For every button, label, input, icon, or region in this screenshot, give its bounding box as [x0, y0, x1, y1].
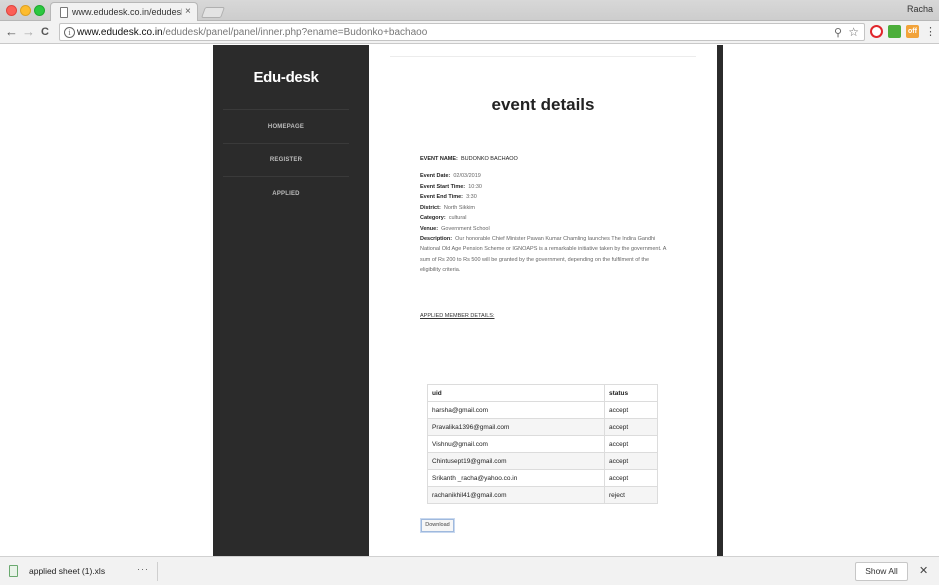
spreadsheet-file-icon[interactable] [9, 565, 18, 577]
cell-uid: harsha@gmail.com [427, 401, 605, 419]
back-arrow-icon[interactable]: ← [5, 25, 18, 39]
right-border-bar [717, 45, 723, 556]
url-path: /edudesk/panel/panel/inner.php?ename=Bud… [162, 27, 428, 38]
applied-members-table: uid status harsha@gmail.com accept Prava… [427, 384, 658, 504]
table-row: Srikanth _racha@yahoo.co.in accept [427, 469, 658, 487]
address-bar[interactable]: i www.edudesk.co.in/edudesk/panel/panel/… [59, 23, 865, 41]
cell-status: accept [604, 469, 658, 487]
shelf-divider [157, 562, 158, 581]
nav-divider [223, 176, 349, 177]
cell-status: reject [604, 486, 658, 504]
download-shelf: applied sheet (1).xls ··· Show All ✕ [0, 556, 939, 585]
url-text[interactable]: www.edudesk.co.in/edudesk/panel/panel/in… [77, 27, 427, 38]
sidebar: Edu-desk HOMEPAGE REGISTER APPLIED [213, 45, 369, 556]
cell-uid: Vishnu@gmail.com [427, 435, 605, 453]
nav-item-register[interactable]: REGISTER [213, 157, 359, 163]
browser-toolbar: ← → C i www.edudesk.co.in/edudesk/panel/… [0, 21, 939, 44]
applied-members-heading: APPLIED MEMBER DETAILS: [420, 313, 495, 319]
description-text: Our honorable Chief Minister Pawan Kumar… [420, 236, 667, 274]
site-brand[interactable]: Edu-desk [213, 69, 359, 86]
event-name: EVENT NAME: BUDONKO BACHAOO [420, 156, 518, 162]
downloaded-file-name[interactable]: applied sheet (1).xls [29, 566, 105, 576]
cell-uid: Pravalika1396@gmail.com [427, 418, 605, 436]
close-window-button[interactable] [6, 5, 17, 16]
column-header-status: status [604, 384, 658, 402]
detail-district: District: North Sikkim [420, 204, 476, 211]
maximize-window-button[interactable] [34, 5, 45, 16]
table-row: rachanikhil41@gmail.com reject [427, 486, 658, 504]
cell-uid: Chintusept19@gmail.com [427, 452, 605, 470]
profile-name[interactable]: Racha [907, 4, 933, 14]
menu-icon[interactable]: ⋮ [925, 25, 936, 38]
page-icon [60, 7, 68, 18]
nav-item-applied[interactable]: APPLIED [213, 191, 359, 197]
nav-divider [223, 109, 349, 110]
cell-uid: rachanikhil41@gmail.com [427, 486, 605, 504]
star-icon[interactable]: ☆ [848, 25, 859, 39]
description-label: Description: [420, 236, 453, 242]
shopping-extension-icon[interactable]: off [906, 25, 919, 38]
nav-divider [223, 143, 349, 144]
table-row: harsha@gmail.com accept [427, 401, 658, 419]
header-rule [390, 56, 696, 57]
info-icon[interactable]: i [64, 27, 75, 38]
reload-icon[interactable]: C [41, 25, 49, 39]
cell-status: accept [604, 435, 658, 453]
new-tab-button[interactable] [200, 7, 226, 18]
event-description: Description: Our honorable Chief Ministe… [420, 234, 670, 276]
show-all-button[interactable]: Show All [855, 562, 908, 581]
cell-status: accept [604, 401, 658, 419]
url-host: www.edudesk.co.in [77, 27, 163, 38]
page-title: event details [491, 95, 595, 114]
cell-uid: Srikanth _racha@yahoo.co.in [427, 469, 605, 487]
green-extension-icon[interactable] [888, 25, 901, 38]
tab-title: www.edudesk.co.in/edudesk/p [72, 7, 182, 17]
detail-venue: Venue: Government School [420, 225, 490, 232]
table-row: Vishnu@gmail.com accept [427, 435, 658, 453]
column-header-uid: uid [427, 384, 605, 402]
nav-item-homepage[interactable]: HOMEPAGE [213, 124, 359, 130]
event-name-label: EVENT NAME: [420, 156, 458, 162]
table-header-row: uid status [427, 384, 658, 402]
tab-close-icon[interactable]: × [185, 6, 191, 17]
search-icon[interactable]: ⚲ [834, 26, 842, 39]
more-options-icon[interactable]: ··· [137, 564, 149, 574]
cell-status: accept [604, 418, 658, 436]
browser-tab-bar: www.edudesk.co.in/edudesk/p × Racha [0, 0, 939, 22]
browser-tab[interactable]: www.edudesk.co.in/edudesk/p × [50, 2, 198, 22]
opera-extension-icon[interactable] [870, 25, 883, 38]
event-details-list: Event Date: 02/03/2019 Event Start Time:… [420, 171, 670, 234]
minimize-window-button[interactable] [20, 5, 31, 16]
detail-end-time: Event End Time: 3:30 [420, 194, 477, 200]
download-button[interactable]: Download [421, 519, 454, 532]
table-row: Chintusept19@gmail.com accept [427, 452, 658, 470]
detail-category: Category: cultural [420, 215, 467, 221]
detail-event-date: Event Date: 02/03/2019 [420, 173, 481, 179]
close-icon[interactable]: ✕ [919, 564, 928, 577]
event-name-value: BUDONKO BACHAOO [460, 156, 518, 162]
forward-arrow-icon[interactable]: → [22, 25, 35, 39]
web-page: Edu-desk HOMEPAGE REGISTER APPLIED event… [0, 45, 939, 556]
detail-start-time: Event Start Time: 10:30 [420, 183, 482, 190]
table-row: Pravalika1396@gmail.com accept [427, 418, 658, 436]
cell-status: accept [604, 452, 658, 470]
